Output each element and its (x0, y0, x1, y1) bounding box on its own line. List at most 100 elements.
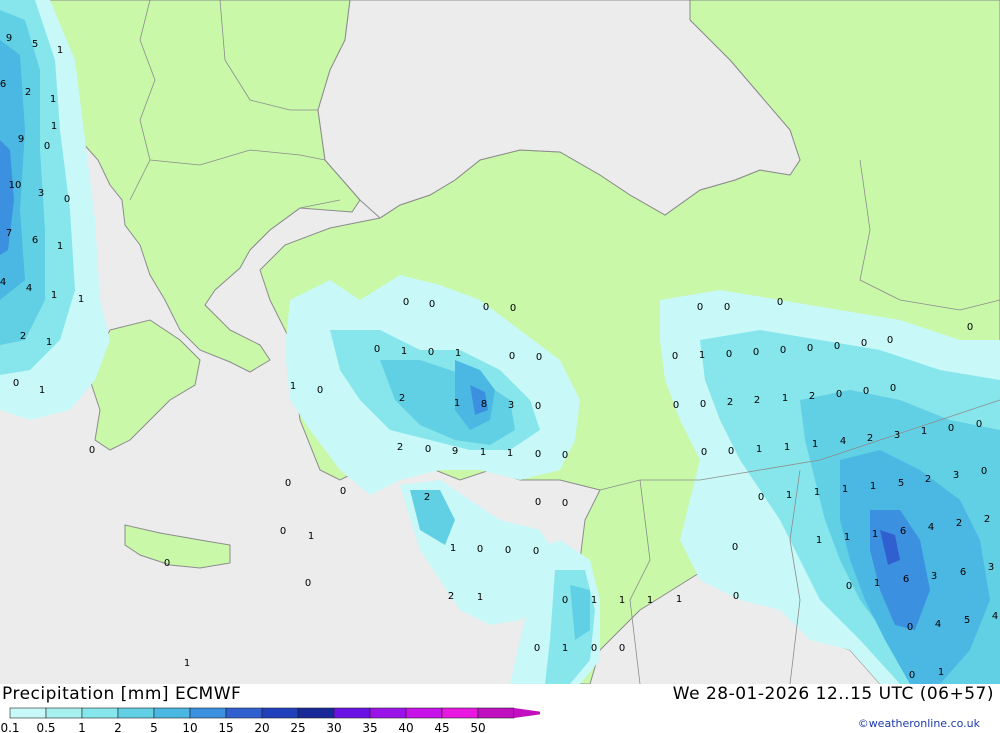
scale-arrow (514, 708, 540, 718)
scale-tick-label: 5 (150, 721, 158, 733)
precip-value: 0 (807, 343, 813, 354)
precip-value: 1 (477, 592, 483, 603)
scale-tick-label: 45 (434, 721, 449, 733)
precip-value: 1 (57, 241, 63, 252)
precip-value: 0 (726, 349, 732, 360)
precip-value: 2 (20, 331, 26, 342)
precip-value: 1 (874, 578, 880, 589)
precip-value: 0 (505, 545, 511, 556)
precip-value: 1 (872, 529, 878, 540)
precip-value: 1 (647, 595, 653, 606)
precipitation-map[interactable]: 9 5 1 6 2 1 1 9 0 10 3 0 7 6 1 4 4 1 1 2… (0, 0, 1000, 684)
scale-swatch (261, 707, 299, 719)
scale-tick-label: 25 (290, 721, 305, 733)
scale-tick-label: 0.5 (36, 721, 55, 733)
precip-value: 1 (78, 294, 84, 305)
precip-value: 3 (894, 430, 900, 441)
precip-value: 2 (448, 591, 454, 602)
scale-tick-label: 30 (326, 721, 341, 733)
precip-value: 0 (64, 194, 70, 205)
precip-value: 0 (728, 446, 734, 457)
precip-value: 0 (374, 344, 380, 355)
scale-tick-label: 1 (78, 721, 86, 733)
precip-value: 1 (844, 532, 850, 543)
precip-value: 0 (724, 302, 730, 313)
precip-value: 2 (925, 474, 931, 485)
precip-value: 1 (812, 439, 818, 450)
precip-value: 5 (964, 615, 970, 626)
precip-value: 0 (976, 419, 982, 430)
precip-value: 0 (753, 347, 759, 358)
precip-value: 2 (727, 397, 733, 408)
credit-link[interactable]: ©weatheronline.co.uk (858, 717, 980, 730)
precip-value: 0 (887, 335, 893, 346)
precip-value: 0 (535, 449, 541, 460)
precip-value: 1 (290, 381, 296, 392)
precip-value: 1 (921, 426, 927, 437)
scale-swatch (153, 707, 191, 719)
precip-value: 5 (32, 39, 38, 50)
precip-value: 10 (9, 180, 22, 191)
precip-value: 2 (399, 393, 405, 404)
precip-value: 0 (340, 486, 346, 497)
precip-value: 0 (846, 581, 852, 592)
precip-value: 3 (508, 400, 514, 411)
precip-value: 1 (51, 121, 57, 132)
precip-value: 1 (591, 595, 597, 606)
precip-value: 4 (840, 436, 846, 447)
precip-value: 3 (38, 188, 44, 199)
precip-value: 9 (452, 446, 458, 457)
scale-swatch (441, 707, 479, 719)
scale-tick-label: 50 (470, 721, 485, 733)
precip-value: 9 (18, 134, 24, 145)
precip-value: 0 (533, 546, 539, 557)
precip-value: 1 (50, 94, 56, 105)
precip-value: 3 (988, 562, 994, 573)
scale-swatch (81, 707, 119, 719)
precip-value: 1 (782, 393, 788, 404)
precip-value: 1 (784, 442, 790, 453)
precip-value: 0 (967, 322, 973, 333)
precip-value: 2 (867, 433, 873, 444)
precip-value: 4 (992, 611, 998, 622)
precip-value: 0 (732, 542, 738, 553)
precip-value: 0 (673, 400, 679, 411)
precip-value: 0 (89, 445, 95, 456)
precip-value: 0 (285, 478, 291, 489)
map-title: Precipitation [mm] ECMWF (2, 684, 242, 704)
precip-value: 6 (0, 79, 6, 90)
scale-swatch (405, 707, 443, 719)
color-scale-legend: 0.1 0.5 1 2 5 10 15 20 25 30 35 40 45 50 (0, 707, 540, 733)
scale-swatch (225, 707, 263, 719)
scale-tick-label: 2 (114, 721, 122, 733)
precip-value: 0 (890, 383, 896, 394)
precip-value: 4 (935, 619, 941, 630)
precip-value: 2 (984, 514, 990, 525)
scale-tick-label: 0.1 (0, 721, 19, 733)
scale-tick-label: 35 (362, 721, 377, 733)
precip-value: 0 (591, 643, 597, 654)
precip-value: 1 (480, 447, 486, 458)
precip-value: 9 (6, 33, 12, 44)
precip-value: 3 (953, 470, 959, 481)
scale-swatch (477, 707, 515, 719)
scale-ticks: 0.1 0.5 1 2 5 10 15 20 25 30 35 40 45 50 (0, 721, 485, 733)
precip-value: 0 (981, 466, 987, 477)
precip-value: 0 (700, 399, 706, 410)
precip-value: 2 (956, 518, 962, 529)
precip-value: 5 (898, 478, 904, 489)
scale-tick-label: 20 (254, 721, 269, 733)
precip-value: 1 (454, 398, 460, 409)
precip-value: 0 (777, 297, 783, 308)
scale-swatch (189, 707, 227, 719)
precip-value: 0 (562, 498, 568, 509)
precip-value: 0 (509, 351, 515, 362)
precip-value: 2 (424, 492, 430, 503)
precip-value: 0 (836, 389, 842, 400)
precip-value: 1 (938, 667, 944, 678)
valid-time: We 28-01-2026 12..15 UTC (06+57) (672, 684, 994, 704)
precip-value: 0 (305, 578, 311, 589)
precip-value: 0 (672, 351, 678, 362)
precip-value: 0 (477, 544, 483, 555)
precip-value: 6 (900, 526, 906, 537)
